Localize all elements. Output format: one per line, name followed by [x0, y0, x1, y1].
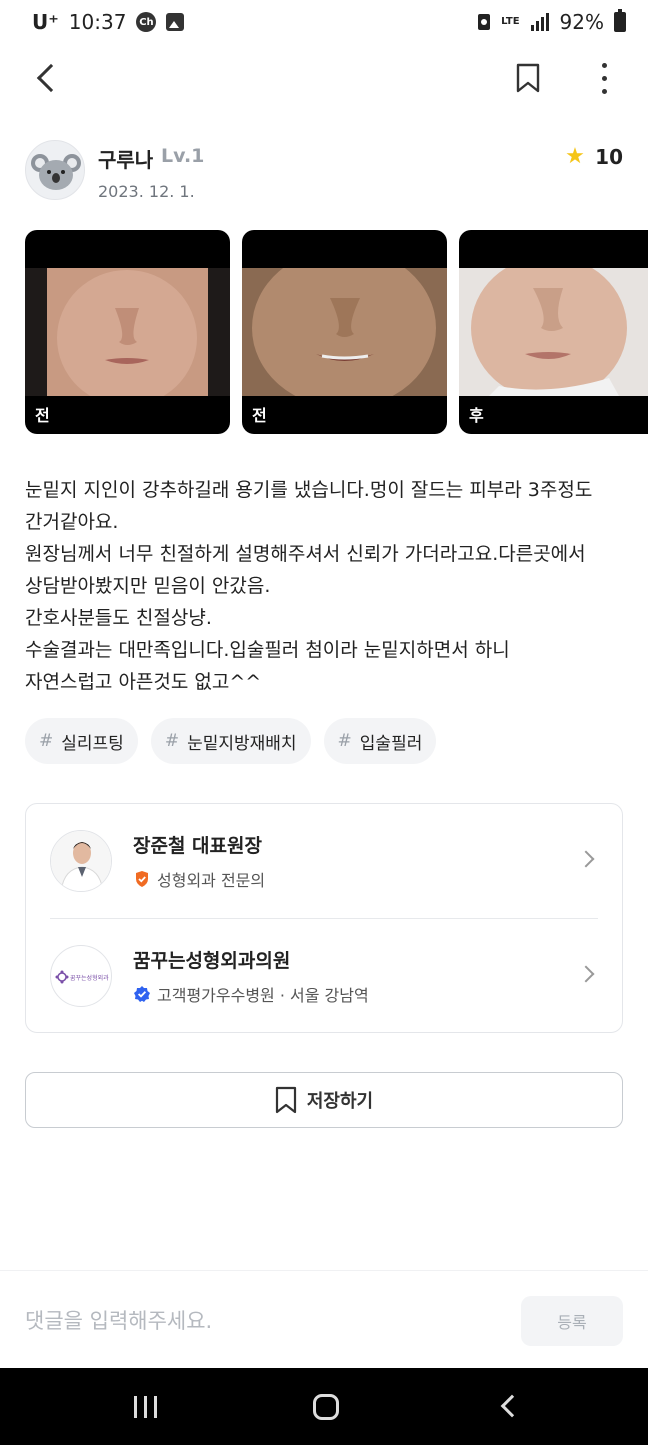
review-line: 원장님께서 너무 친절하게 설명해주셔서 신뢰가 가더라고요.다른곳에서 — [25, 543, 586, 565]
review-content: 눈밑지 지인이 강추하길래 용기를 냈습니다.멍이 잘드는 피부라 3주정도 간… — [25, 474, 625, 698]
doctor-clinic-card: 장준철 대표원장 성형외과 전문의 꿈꾸는성형외과 꿈꾸는성형외과의원 고객평가… — [25, 803, 623, 1033]
face-photo — [25, 268, 230, 396]
chevron-right-icon — [577, 965, 595, 983]
system-back-button[interactable] — [500, 1394, 524, 1418]
home-button[interactable] — [313, 1394, 339, 1420]
review-line: 상담받아봤지만 믿음이 안갔음. — [25, 575, 271, 597]
submit-label: 등록 — [557, 1313, 587, 1332]
review-date: 2023. 12. 1. — [98, 182, 195, 201]
review-author: 구루나 Lv.1 2023. 12. 1. ★ 10 — [25, 140, 623, 202]
comment-bar: 등록 — [0, 1270, 648, 1368]
back-arrow-icon — [36, 63, 66, 93]
hash-icon: # — [337, 731, 352, 751]
system-navigation-bar — [0, 1368, 648, 1445]
verified-badge-icon — [134, 986, 150, 1002]
review-line: 간호사분들도 친절상냥. — [25, 607, 212, 629]
author-name[interactable]: 구루나 — [98, 144, 153, 173]
hashtag-label: 입술필러 — [359, 733, 423, 754]
hashtag-chip[interactable]: # 눈밑지방재배치 — [150, 718, 311, 764]
review-line: 자연스럽고 아픈것도 없고^^ — [25, 671, 262, 693]
battery-percent: 92% — [559, 10, 604, 34]
review-line: 수술결과는 대만족입니다.입술필러 첨이라 눈밑지하면서 하니 — [25, 639, 510, 661]
time-label: 10:37 — [68, 10, 127, 34]
doctor-name: 장준철 대표원장 — [133, 835, 262, 857]
rating: ★ 10 — [565, 145, 623, 169]
hashtag-list: # 실리프팅 # 눈밑지방재배치 # 입술필러 — [25, 718, 437, 764]
bookmark-button[interactable] — [512, 58, 544, 98]
specialist-badge-icon — [136, 871, 148, 887]
koala-avatar-icon — [31, 154, 81, 190]
recycle-icon — [478, 14, 491, 30]
hashtag-chip[interactable]: # 입술필러 — [323, 718, 437, 764]
photo-label: 후 — [469, 406, 484, 425]
submit-comment-button[interactable]: 등록 — [521, 1296, 623, 1346]
save-label: 저장하기 — [306, 1091, 374, 1112]
clinic-name: 꿈꾸는성형외과의원 — [133, 950, 291, 972]
review-photo[interactable]: 전 — [242, 230, 447, 434]
gallery-notification-icon — [166, 13, 185, 31]
network-label: LTE — [501, 16, 520, 27]
hashtag-label: 실리프팅 — [61, 733, 124, 754]
chat-notification-icon: Ch — [136, 12, 157, 32]
doctor-row[interactable]: 장준철 대표원장 성형외과 전문의 — [26, 804, 622, 918]
review-photo[interactable]: 전 — [25, 230, 230, 434]
avatar[interactable] — [25, 140, 85, 200]
hashtag-label: 눈밑지방재배치 — [187, 733, 297, 754]
review-line: 간거같아요. — [25, 511, 119, 533]
clinic-row[interactable]: 꿈꾸는성형외과 꿈꾸는성형외과의원 고객평가우수병원 · 서울 강남역 — [26, 919, 622, 1033]
save-button[interactable]: 저장하기 — [25, 1072, 623, 1128]
status-bar: U⁺ 10:37 Ch LTE 92% — [0, 0, 648, 44]
doctor-photo — [51, 831, 111, 891]
doctor-avatar — [50, 830, 112, 892]
clinic-logo-text: 꿈꾸는성형외과 — [70, 975, 109, 982]
photo-carousel[interactable]: 전 전 후 — [25, 230, 648, 434]
face-photo — [459, 268, 648, 396]
chevron-right-icon — [577, 850, 595, 868]
carrier-label: U⁺ — [32, 10, 59, 34]
recent-apps-button[interactable] — [134, 1396, 157, 1418]
review-detail-screen: U⁺ 10:37 Ch LTE 92% 구루나 Lv.1 2023. 12. 1… — [0, 0, 648, 1445]
hash-icon: # — [39, 731, 54, 751]
clinic-logo: 꿈꾸는성형외과 — [50, 945, 112, 1007]
rating-value: 10 — [595, 145, 623, 169]
star-icon: ★ — [565, 144, 585, 169]
bookmark-icon — [516, 63, 540, 93]
photo-label: 전 — [35, 406, 50, 425]
author-level: Lv.1 — [161, 145, 205, 167]
clinic-info-label: 고객평가우수병원 · 서울 강남역 — [157, 986, 369, 1005]
doctor-specialty-label: 성형외과 전문의 — [157, 871, 266, 890]
doctor-specialty: 성형외과 전문의 — [133, 867, 265, 891]
battery-icon — [614, 9, 626, 32]
bookmark-icon — [275, 1086, 296, 1114]
photo-label: 전 — [252, 406, 267, 425]
review-photo[interactable]: 후 — [459, 230, 648, 434]
clinic-info: 고객평가우수병원 · 서울 강남역 — [133, 982, 369, 1006]
comment-input[interactable] — [25, 1301, 495, 1341]
back-button[interactable] — [26, 58, 66, 98]
more-options-button[interactable] — [588, 58, 620, 98]
signal-icon — [530, 13, 549, 31]
face-photo — [242, 268, 447, 396]
hash-icon: # — [164, 731, 180, 751]
hashtag-chip[interactable]: # 실리프팅 — [25, 718, 138, 764]
review-line: 눈밑지 지인이 강추하길래 용기를 냈습니다.멍이 잘드는 피부라 3주정도 — [25, 479, 593, 501]
top-navigation — [0, 50, 648, 106]
